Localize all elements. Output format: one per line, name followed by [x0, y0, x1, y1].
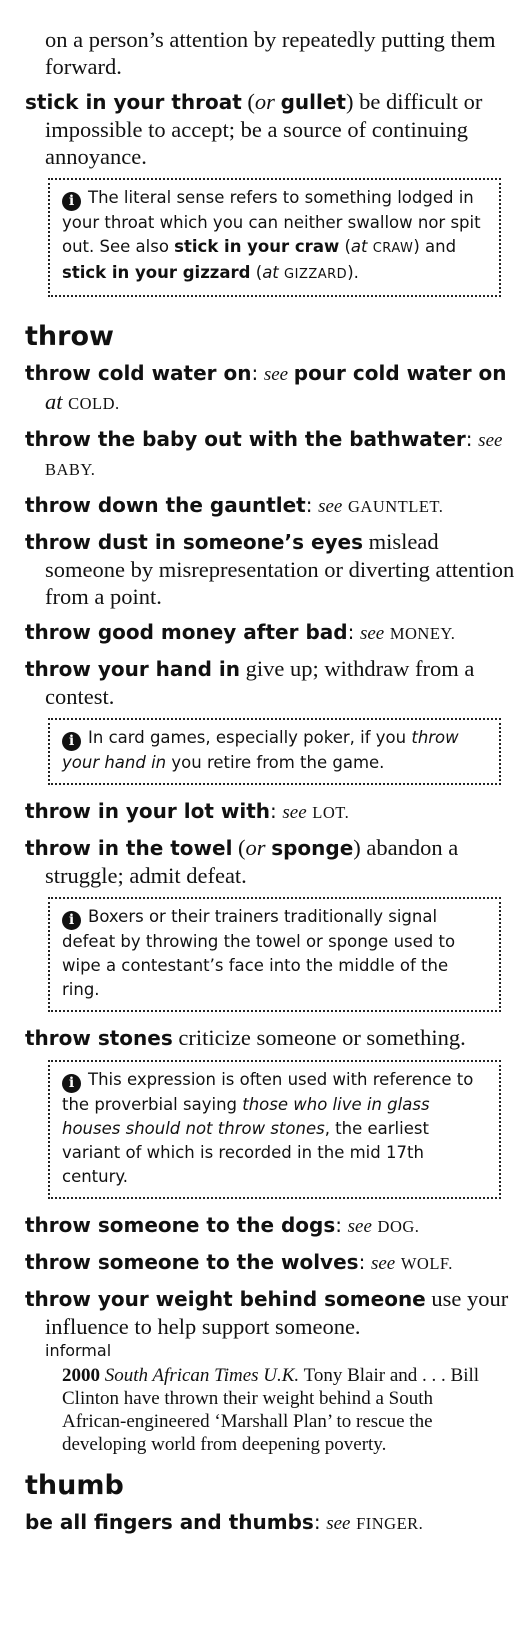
colon: :: [465, 427, 473, 451]
see-word: see: [282, 802, 307, 823]
register-label: informal: [45, 1341, 112, 1360]
small-caps-ref: MONEY.: [389, 624, 456, 643]
section-heading-throw: throw: [25, 321, 114, 352]
entry-throw-dust: throw dust in someone’s eyes mislead som…: [25, 528, 520, 610]
citation-quote: 2000 South African Times U.K. Tony Blair…: [62, 1364, 487, 1456]
small-caps-ref: LOT.: [312, 803, 350, 822]
see-word: see: [318, 496, 343, 517]
headword: stick in your throat: [25, 90, 242, 114]
variant-headword: gullet: [280, 90, 346, 114]
dictionary-page: on a person’s attention by repeatedly pu…: [0, 0, 520, 1545]
usage-note-stones: i This expression is often used with refe…: [48, 1060, 501, 1199]
at-word: at: [45, 389, 63, 414]
headword: throw someone to the wolves: [25, 1250, 359, 1274]
see-word: see: [478, 430, 503, 451]
usage-note-hand: i In card games, especially poker, if you…: [48, 718, 501, 785]
entry-throw-in-your-lot: throw in your lot with: see LOT.: [25, 797, 520, 826]
see-word: see: [359, 623, 385, 644]
entry-throw-to-the-dogs: throw someone to the dogs: see DOG.: [25, 1211, 520, 1240]
colon: :: [305, 493, 313, 517]
entry-throw-down-the-gauntlet: throw down the gauntlet: see GAUNTLET.: [25, 491, 520, 520]
headword: throw someone to the dogs: [25, 1213, 336, 1237]
entry-throw-your-weight: throw your weight behind someone use you…: [25, 1285, 520, 1340]
or-word: or: [254, 89, 275, 114]
small-caps-ref: DOG.: [377, 1217, 420, 1236]
note-text: you retire from the game.: [166, 753, 385, 772]
paren: (: [241, 89, 255, 114]
headword: throw your hand in: [25, 657, 241, 681]
note-text: ).: [347, 263, 359, 282]
info-icon: i: [62, 911, 81, 930]
headword: throw down the gauntlet: [25, 493, 306, 517]
headword: throw cold water on: [25, 361, 252, 385]
paren: (: [232, 835, 246, 860]
section-heading-thumb: thumb: [25, 1470, 124, 1501]
continuation-text: on a person’s attention by repeatedly pu…: [45, 27, 496, 79]
entry-throw-stones: throw stones criticize someone or someth…: [25, 1024, 520, 1052]
or-word: or: [245, 835, 266, 860]
note-text: (: [339, 237, 351, 256]
entry-throw-good-money: throw good money after bad: see MONEY.: [25, 618, 520, 647]
headword: throw your weight behind someone: [25, 1287, 426, 1311]
colon: :: [335, 1213, 343, 1237]
headword: be all fingers and thumbs: [25, 1510, 314, 1534]
headword: throw in your lot with: [25, 799, 270, 823]
cross-reference: pour cold water on: [293, 361, 507, 385]
small-caps-ref: GIZZARD: [284, 267, 348, 282]
entry-stick-in-your-throat: stick in your throat (or gullet) be diff…: [25, 88, 520, 170]
citation-source: South African Times U.K.: [104, 1365, 300, 1386]
headword: throw in the towel: [25, 836, 233, 860]
entry-all-fingers-and-thumbs: be all fingers and thumbs: see FINGER.: [25, 1508, 520, 1537]
note-text: Boxers or their trainers traditionally s…: [62, 907, 456, 999]
cross-reference: stick in your craw: [174, 237, 340, 256]
info-icon: i: [62, 732, 81, 751]
headword: throw stones: [25, 1026, 173, 1050]
headword: throw good money after bad: [25, 620, 348, 644]
entry-throw-to-the-wolves: throw someone to the wolves: see WOLF.: [25, 1248, 520, 1277]
citation-year: 2000: [62, 1365, 100, 1386]
note-text: (: [250, 263, 263, 282]
colon: :: [313, 1510, 321, 1534]
definition: criticize someone or something.: [172, 1025, 466, 1050]
headword: throw the baby out with the bathwater: [25, 427, 466, 451]
entry-throw-in-the-towel: throw in the towel (or sponge) abandon a…: [25, 834, 520, 889]
small-caps-ref: WOLF.: [400, 1254, 453, 1273]
see-word: see: [263, 364, 289, 385]
colon: :: [251, 361, 259, 385]
see-word: see: [370, 1253, 396, 1274]
colon: :: [347, 620, 355, 644]
usage-note-towel: i Boxers or their trainers traditionally …: [48, 897, 501, 1012]
variant-headword: sponge: [271, 836, 354, 860]
usage-note-stick: i The literal sense refers to something l…: [48, 178, 501, 297]
paren: ): [353, 835, 361, 860]
small-caps-ref: COLD.: [68, 394, 120, 413]
small-caps-ref: BABY.: [45, 460, 96, 479]
see-word: see: [326, 1513, 351, 1534]
small-caps-ref: CRAW: [372, 241, 414, 256]
small-caps-ref: GAUNTLET.: [348, 497, 444, 516]
at-word: at: [350, 237, 368, 256]
note-text: ) and: [413, 237, 457, 256]
headword: throw dust in someone’s eyes: [25, 530, 364, 554]
entry-throw-cold-water-on: throw cold water on: see pour cold water…: [25, 359, 520, 417]
info-icon: i: [62, 192, 81, 211]
info-icon: i: [62, 1074, 81, 1093]
small-caps-ref: FINGER.: [356, 1514, 424, 1533]
cross-reference: stick in your gizzard: [62, 263, 251, 282]
colon: :: [270, 799, 277, 823]
entry-throw-the-baby: throw the baby out with the bathwater: s…: [25, 425, 520, 483]
at-word: at: [262, 263, 279, 282]
see-word: see: [347, 1216, 372, 1237]
colon: :: [358, 1250, 366, 1274]
entry-throw-your-hand-in: throw your hand in give up; withdraw fro…: [25, 655, 520, 710]
note-text: In card games, especially poker, if you: [88, 728, 412, 747]
